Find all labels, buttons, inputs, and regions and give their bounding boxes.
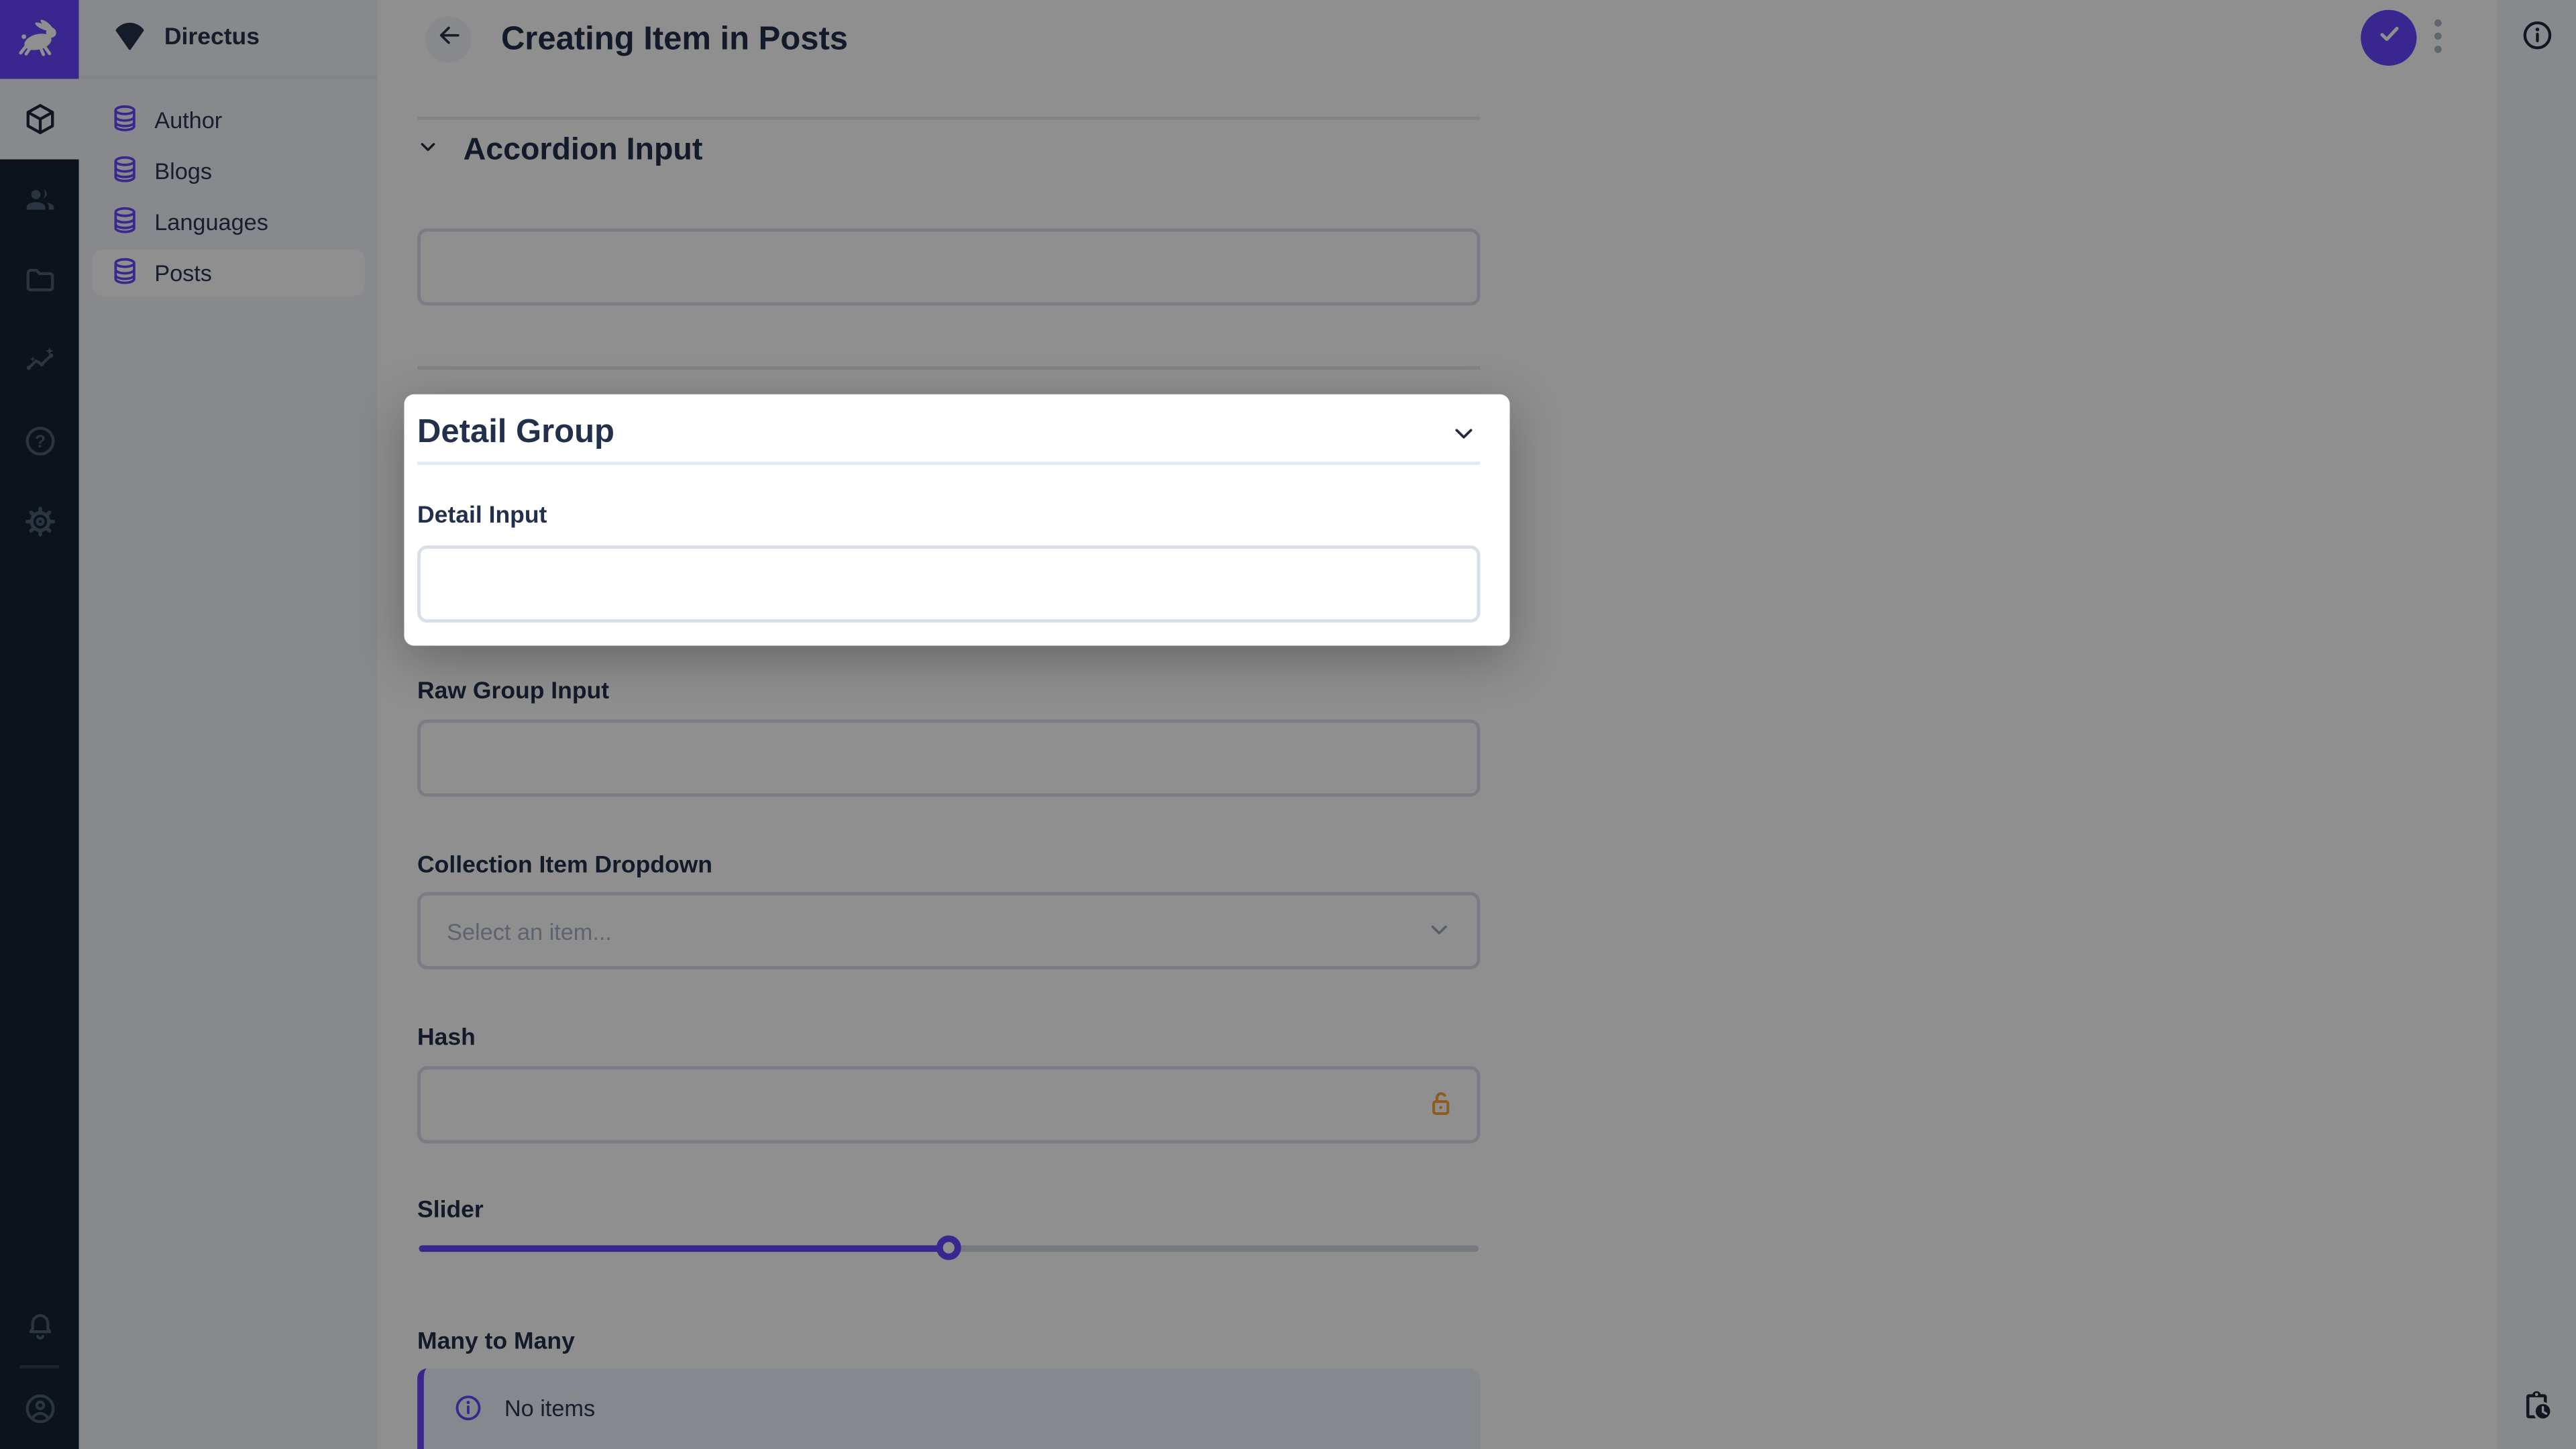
group-divider <box>417 462 1481 466</box>
detail-input[interactable] <box>417 545 1481 623</box>
tour-dim-overlay[interactable] <box>0 0 2576 1449</box>
detail-group-spotlight-card: Detail Group Detail Input <box>404 394 1510 646</box>
chevron-down-icon[interactable] <box>1450 421 1477 455</box>
directus-app: ? Directus Author Blogs Languages Posts … <box>0 0 2576 1449</box>
detail-input-label: Detail Input <box>417 502 547 529</box>
detail-group-title: Detail Group <box>417 414 614 451</box>
